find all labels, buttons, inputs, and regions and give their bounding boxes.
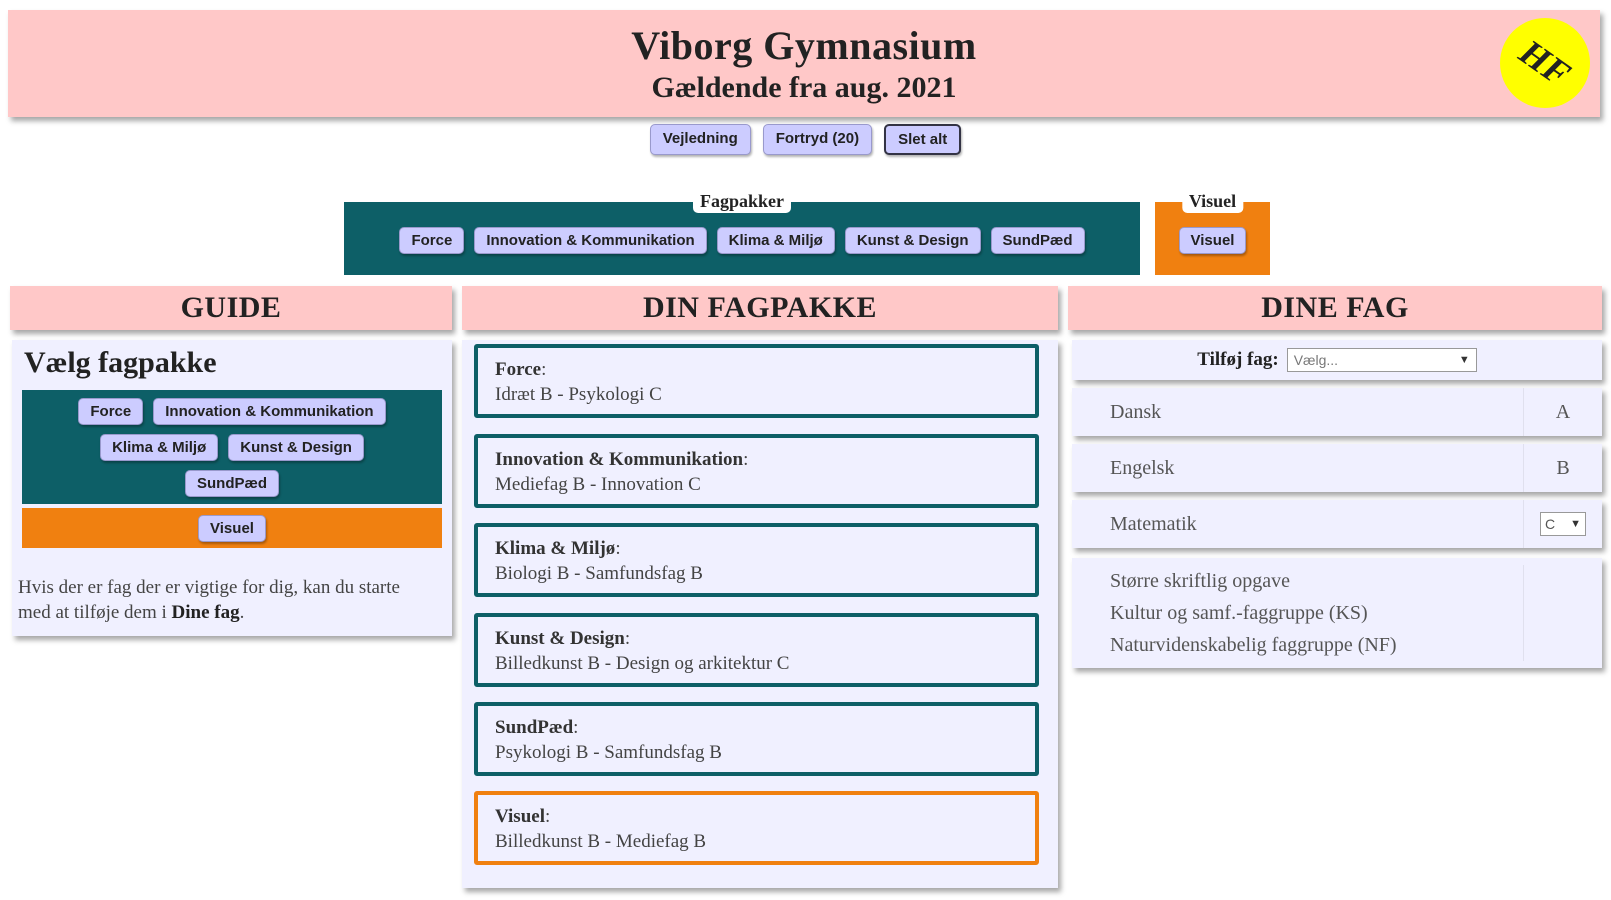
add-subject-label: Tilføj fag: xyxy=(1197,349,1279,370)
fagpakke-force-button[interactable]: Force xyxy=(399,227,465,254)
visuel-legend: Visuel xyxy=(1181,190,1244,213)
visuel-group: Visuel Visuel xyxy=(1155,190,1270,275)
page-header: Viborg Gymnasium Gældende fra aug. 2021 … xyxy=(8,10,1600,117)
guide-innovation-button[interactable]: Innovation & Kommunikation xyxy=(153,398,386,425)
extra-item: Større skriftlig opgave xyxy=(1072,565,1602,597)
fagpakke-kunst-button[interactable]: Kunst & Design xyxy=(844,227,981,254)
fagpakke-innovation-button[interactable]: Innovation & Kommunikation xyxy=(474,227,707,254)
package-subjects: Billedkunst B - Design og arkitektur C xyxy=(495,653,790,674)
package-subjects: Billedkunst B - Mediefag B xyxy=(495,831,707,852)
package-card-innovation[interactable]: Innovation & Kommunikation: Mediefag B -… xyxy=(474,434,1039,508)
guide-kunst-button[interactable]: Kunst & Design xyxy=(228,434,364,461)
package-subjects: Biologi B - Samfundsfag B xyxy=(495,563,703,584)
package-card-kunst[interactable]: Kunst & Design: Billedkunst B - Design o… xyxy=(474,613,1039,687)
din-fagpakke-heading: DIN FAGPAKKE xyxy=(462,286,1058,330)
fagpakke-visuel-button[interactable]: Visuel xyxy=(1178,227,1247,254)
subject-row-matematik: Matematik C ▼ xyxy=(1072,500,1602,548)
guide-hint-end: . xyxy=(239,602,245,623)
package-card-visuel[interactable]: Visuel: Billedkunst B - Mediefag B xyxy=(474,791,1039,865)
fagpakke-sundpaed-button[interactable]: SundPæd xyxy=(990,227,1085,254)
package-card-klima[interactable]: Klima & Miljø: Biologi B - Samfundsfag B xyxy=(474,523,1039,597)
subject-name: Matematik xyxy=(1110,512,1197,535)
fagpakker-group: Fagpakker Force Innovation & Kommunikati… xyxy=(344,190,1140,275)
guide-visuel-box: Visuel xyxy=(22,508,442,548)
subject-level: B xyxy=(1523,444,1602,492)
package-name: Visuel xyxy=(495,806,545,827)
extra-item-name: Naturvidenskabelig faggruppe (NF) xyxy=(1110,633,1397,656)
package-subjects: Mediefag B - Innovation C xyxy=(495,474,701,495)
package-name: Klima & Miljø xyxy=(495,538,616,559)
dine-fag-heading: DINE FAG xyxy=(1068,286,1602,330)
package-name: Kunst & Design xyxy=(495,628,625,649)
subject-row-engelsk: Engelsk B xyxy=(1072,444,1602,492)
school-title: Viborg Gymnasium xyxy=(631,23,977,68)
chevron-down-icon: ▼ xyxy=(1458,354,1470,366)
guide-force-button[interactable]: Force xyxy=(78,398,144,425)
guide-fagpakker-box: Force Innovation & Kommunikation Klima &… xyxy=(22,390,442,504)
package-name: Innovation & Kommunikation xyxy=(495,449,744,470)
package-card-force[interactable]: Force: Idræt B - Psykologi C xyxy=(474,344,1039,418)
subject-row-dansk: Dansk A xyxy=(1072,388,1602,436)
add-subject-select[interactable]: Vælg... ▼ xyxy=(1286,348,1477,372)
guide-title: Vælg fagpakke xyxy=(24,346,217,379)
add-subject-placeholder: Vælg... xyxy=(1293,352,1339,368)
extra-item: Kultur og samf.-faggruppe (KS) xyxy=(1072,597,1602,629)
guide-visuel-button[interactable]: Visuel xyxy=(198,514,266,542)
guide-sundpaed-button[interactable]: SundPæd xyxy=(185,470,279,497)
package-name: SundPæd xyxy=(495,717,574,738)
guide-button[interactable]: Vejledning xyxy=(649,124,751,155)
subject-name: Engelsk xyxy=(1110,456,1175,479)
din-fagpakke-panel: Force: Idræt B - Psykologi C Innovation … xyxy=(462,340,1058,888)
extra-item-name: Kultur og samf.-faggruppe (KS) xyxy=(1110,601,1368,624)
level-select[interactable]: C ▼ xyxy=(1540,512,1586,536)
extra-item: Naturvidenskabelig faggruppe (NF) xyxy=(1072,629,1602,661)
toolbar: Vejledning Fortryd (20) Slet alt xyxy=(0,124,1611,155)
package-card-sundpaed[interactable]: SundPæd: Psykologi B - Samfundsfag B xyxy=(474,702,1039,776)
package-subjects: Idræt B - Psykologi C xyxy=(495,384,662,405)
hf-badge-label: HF xyxy=(1512,31,1578,95)
level-select-value: C xyxy=(1545,516,1556,532)
validity-subtitle: Gældende fra aug. 2021 xyxy=(651,71,957,104)
guide-hint-text: Hvis der er fag der er vigtige for dig, … xyxy=(18,575,428,625)
guide-hint-link: Dine fag xyxy=(171,602,240,623)
extra-subjects-panel: Større skriftlig opgave Kultur og samf.-… xyxy=(1072,558,1602,668)
hf-badge: HF xyxy=(1500,18,1590,108)
fagpakker-legend: Fagpakker xyxy=(692,190,792,213)
subject-level: A xyxy=(1523,388,1602,436)
fagpakke-klima-button[interactable]: Klima & Miljø xyxy=(716,227,835,254)
subject-name: Dansk xyxy=(1110,400,1162,423)
clear-all-button[interactable]: Slet alt xyxy=(884,124,962,155)
guide-klima-button[interactable]: Klima & Miljø xyxy=(100,434,219,461)
chevron-down-icon: ▼ xyxy=(1570,518,1581,530)
add-subject-row: Tilføj fag: Vælg... ▼ xyxy=(1072,340,1602,380)
undo-button[interactable]: Fortryd (20) xyxy=(762,124,873,155)
package-name: Force xyxy=(495,359,542,380)
subject-level-cell: C ▼ xyxy=(1523,500,1602,548)
guide-panel: Vælg fagpakke Force Innovation & Kommuni… xyxy=(12,340,452,636)
package-subjects: Psykologi B - Samfundsfag B xyxy=(495,742,722,763)
extra-item-name: Større skriftlig opgave xyxy=(1110,569,1290,592)
guide-heading: GUIDE xyxy=(10,286,452,330)
